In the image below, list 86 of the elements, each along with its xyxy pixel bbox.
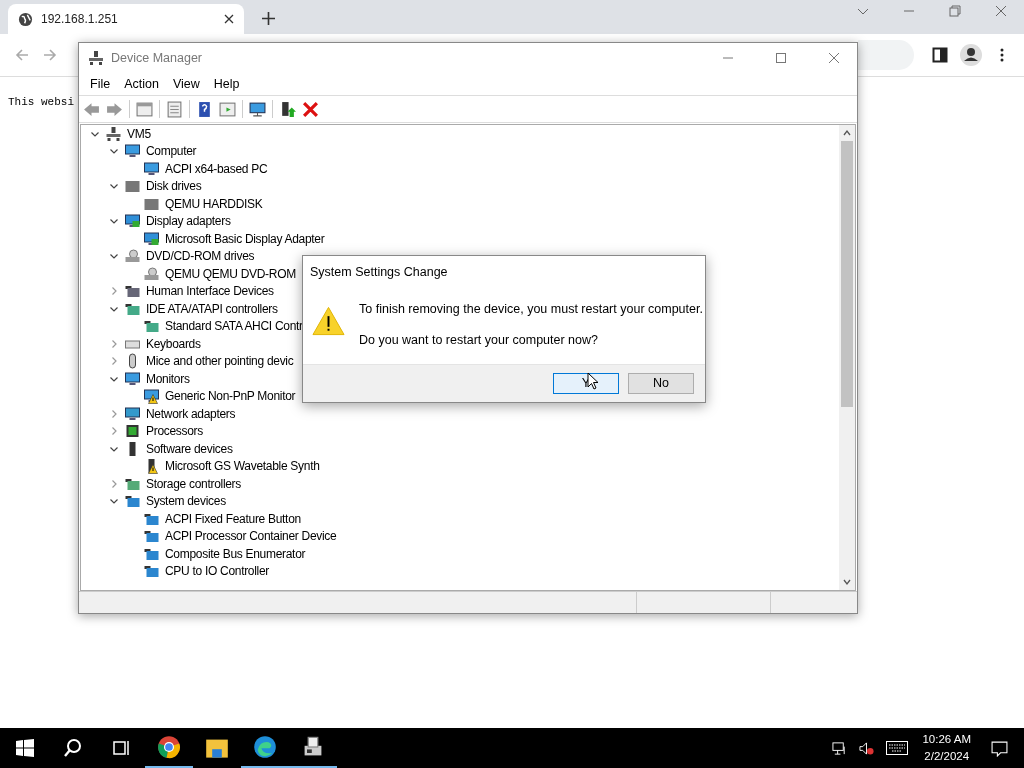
monitor-icon: [143, 160, 160, 177]
chip-icon: [124, 423, 141, 440]
tree-item[interactable]: Network adapters: [146, 406, 236, 421]
edge-icon: [253, 735, 277, 759]
tree-item[interactable]: QEMU HARDDISK: [165, 196, 263, 211]
tree-item[interactable]: VM5: [127, 126, 151, 141]
monitor-icon: [124, 370, 141, 387]
close-icon[interactable]: [224, 14, 234, 24]
scroll-down-icon[interactable]: [842, 577, 852, 587]
new-tab-icon[interactable]: [262, 12, 275, 25]
controller-icon: [143, 318, 160, 335]
menu-item[interactable]: Help: [207, 77, 246, 91]
tree-item[interactable]: IDE ATA/ATAPI controllers: [146, 301, 278, 316]
uninstall-icon[interactable]: [302, 100, 319, 118]
keyboard-icon[interactable]: [886, 741, 909, 755]
tree-item[interactable]: Computer: [146, 144, 197, 159]
clock-date[interactable]: 2/2/2024: [924, 748, 970, 765]
tree-item[interactable]: Keyboards: [146, 336, 201, 351]
page-text: This websi: [8, 96, 74, 108]
monitor-icon: [124, 143, 141, 160]
computer-icon: [88, 50, 104, 66]
tree-item[interactable]: Generic Non-PnP Monitor: [165, 389, 296, 404]
globe-icon: [18, 11, 33, 27]
mouse-pointer-icon: [587, 372, 599, 390]
tree-item[interactable]: Composite Bus Enumerator: [165, 546, 306, 561]
computer-icon: [105, 125, 122, 142]
folder-device-icon: [143, 528, 160, 545]
window-title: Device Manager: [111, 51, 202, 65]
drive-icon: [124, 178, 141, 195]
monitor-icon[interactable]: [249, 100, 266, 118]
display-adapter-icon: [124, 213, 141, 230]
tab-title: 192.168.1.251: [41, 12, 119, 26]
clock-time[interactable]: 10:26 AM: [922, 731, 971, 748]
tree-item[interactable]: ACPI Fixed Feature Button: [165, 511, 301, 526]
tree-item[interactable]: DVD/CD-ROM drives: [146, 249, 255, 264]
network-icon: [124, 405, 141, 422]
update-driver-icon[interactable]: [279, 100, 296, 118]
device-icon: [124, 283, 141, 300]
tree-item[interactable]: Processors: [146, 424, 204, 439]
tree-item[interactable]: QEMU QEMU DVD-ROM: [165, 266, 296, 281]
tree-item[interactable]: Display adapters: [146, 214, 231, 229]
task-view-icon[interactable]: [111, 738, 131, 758]
menu-item[interactable]: View: [166, 77, 206, 91]
tree-item[interactable]: Human Interface Devices: [146, 284, 274, 299]
windows-start-icon[interactable]: [15, 738, 35, 758]
scrollbar[interactable]: [839, 125, 855, 590]
tree-item[interactable]: CPU to IO Controller: [165, 564, 270, 579]
tree-item[interactable]: Disk drives: [146, 179, 202, 194]
tree-item[interactable]: Monitors: [146, 371, 190, 386]
folder-device-icon: [143, 563, 160, 580]
profile-icon[interactable]: [960, 44, 982, 66]
help-icon[interactable]: [196, 100, 213, 118]
tree-item[interactable]: Software devices: [146, 441, 233, 456]
back-arrow-icon[interactable]: [83, 100, 100, 118]
side-panel-icon[interactable]: [932, 47, 948, 63]
menu-item[interactable]: File: [84, 77, 117, 91]
folder-device-icon: [124, 493, 141, 510]
search-icon[interactable]: [63, 738, 83, 758]
tree-item[interactable]: Microsoft GS Wavetable Synth: [165, 459, 320, 474]
chrome-icon: [157, 735, 181, 759]
tree-item[interactable]: Storage controllers: [146, 476, 242, 491]
properties-icon[interactable]: [166, 100, 183, 118]
disc-drive-icon: [143, 265, 160, 282]
scroll-up-icon[interactable]: [842, 128, 852, 138]
restore-icon[interactable]: [949, 5, 961, 17]
window-icon[interactable]: [136, 100, 153, 118]
network-icon[interactable]: [832, 740, 848, 756]
display-adapter-icon: [143, 230, 160, 247]
tree-item[interactable]: Microsoft Basic Display Adapter: [165, 231, 325, 246]
notification-icon[interactable]: [991, 739, 1008, 757]
dialog-title: System Settings Change: [309, 264, 449, 281]
dialog-question: Do you want to restart your computer now?: [359, 332, 599, 347]
disc-drive-icon: [124, 248, 141, 265]
dialog-message: To finish removing the device, you must restart your computer.: [359, 301, 703, 316]
tree-item[interactable]: ACPI Processor Container Device: [165, 529, 337, 544]
window-icon[interactable]: [219, 100, 236, 118]
dialog-button[interactable]: No: [628, 372, 694, 394]
tree-item[interactable]: Standard SATA AHCI Contr: [165, 319, 303, 334]
maximize-icon[interactable]: [775, 52, 787, 64]
tree-item[interactable]: Mice and other pointing devic: [146, 354, 294, 369]
tree-item[interactable]: ACPI x64-based PC: [165, 161, 268, 176]
warning-icon: [312, 305, 345, 336]
menu-item[interactable]: Action: [118, 77, 165, 91]
tree-item[interactable]: System devices: [146, 494, 226, 509]
browser-tab[interactable]: 192.168.1.251: [8, 4, 244, 34]
volume-muted-icon[interactable]: [859, 740, 875, 756]
